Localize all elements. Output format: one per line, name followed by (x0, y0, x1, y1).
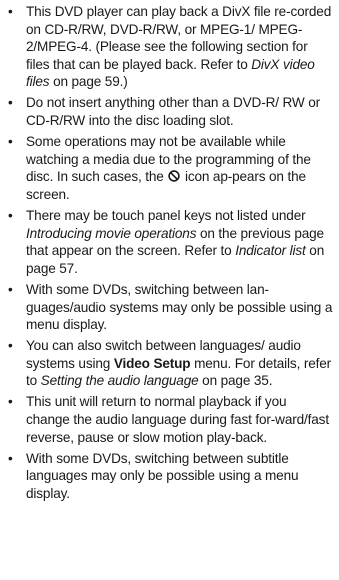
manual-page: • This DVD player can play back a DivX f… (0, 0, 339, 580)
prohibited-icon (168, 169, 181, 183)
list-item: • This DVD player can play back a DivX f… (4, 3, 333, 91)
bullet-marker: • (8, 95, 13, 111)
bullet-marker: • (8, 134, 13, 150)
bullet-marker: • (8, 338, 13, 354)
list-item: • This unit will return to normal playba… (4, 393, 333, 446)
bullet-text: With some DVDs, switching between lan-gu… (26, 281, 333, 333)
list-item: • Do not insert anything other than a DV… (4, 94, 333, 129)
list-item: • With some DVDs, switching between lan-… (4, 281, 333, 334)
bullet-marker: • (8, 208, 13, 224)
bullet-text: This unit will return to normal playback… (26, 394, 329, 445)
notes-bullet-list: • This DVD player can play back a DivX f… (4, 3, 333, 503)
list-item: • There may be touch panel keys not list… (4, 207, 333, 277)
page-reference: Introducing movie operations (26, 225, 197, 241)
list-item: • Some operations may not be available w… (4, 133, 333, 203)
bullet-text: Do not insert anything other than a DVD-… (26, 95, 321, 129)
bullet-text-tail: on page 35. (198, 373, 273, 389)
bullet-marker: • (8, 4, 13, 19)
bullet-marker: • (8, 450, 13, 466)
bullet-marker: • (8, 394, 13, 410)
list-item: • You can also switch between languages/… (4, 337, 333, 390)
bullet-marker: • (8, 281, 13, 297)
bullet-text: With some DVDs, switching between subtit… (26, 450, 299, 501)
bullet-text-tail: on page 59.) (49, 74, 128, 90)
page-reference: Indicator list (235, 243, 306, 259)
list-item: • With some DVDs, switching between subt… (4, 450, 333, 503)
menu-name: Video Setup (113, 355, 191, 371)
page-reference: Setting the audio language (40, 373, 199, 389)
bullet-text: There may be touch panel keys not listed… (26, 208, 306, 224)
